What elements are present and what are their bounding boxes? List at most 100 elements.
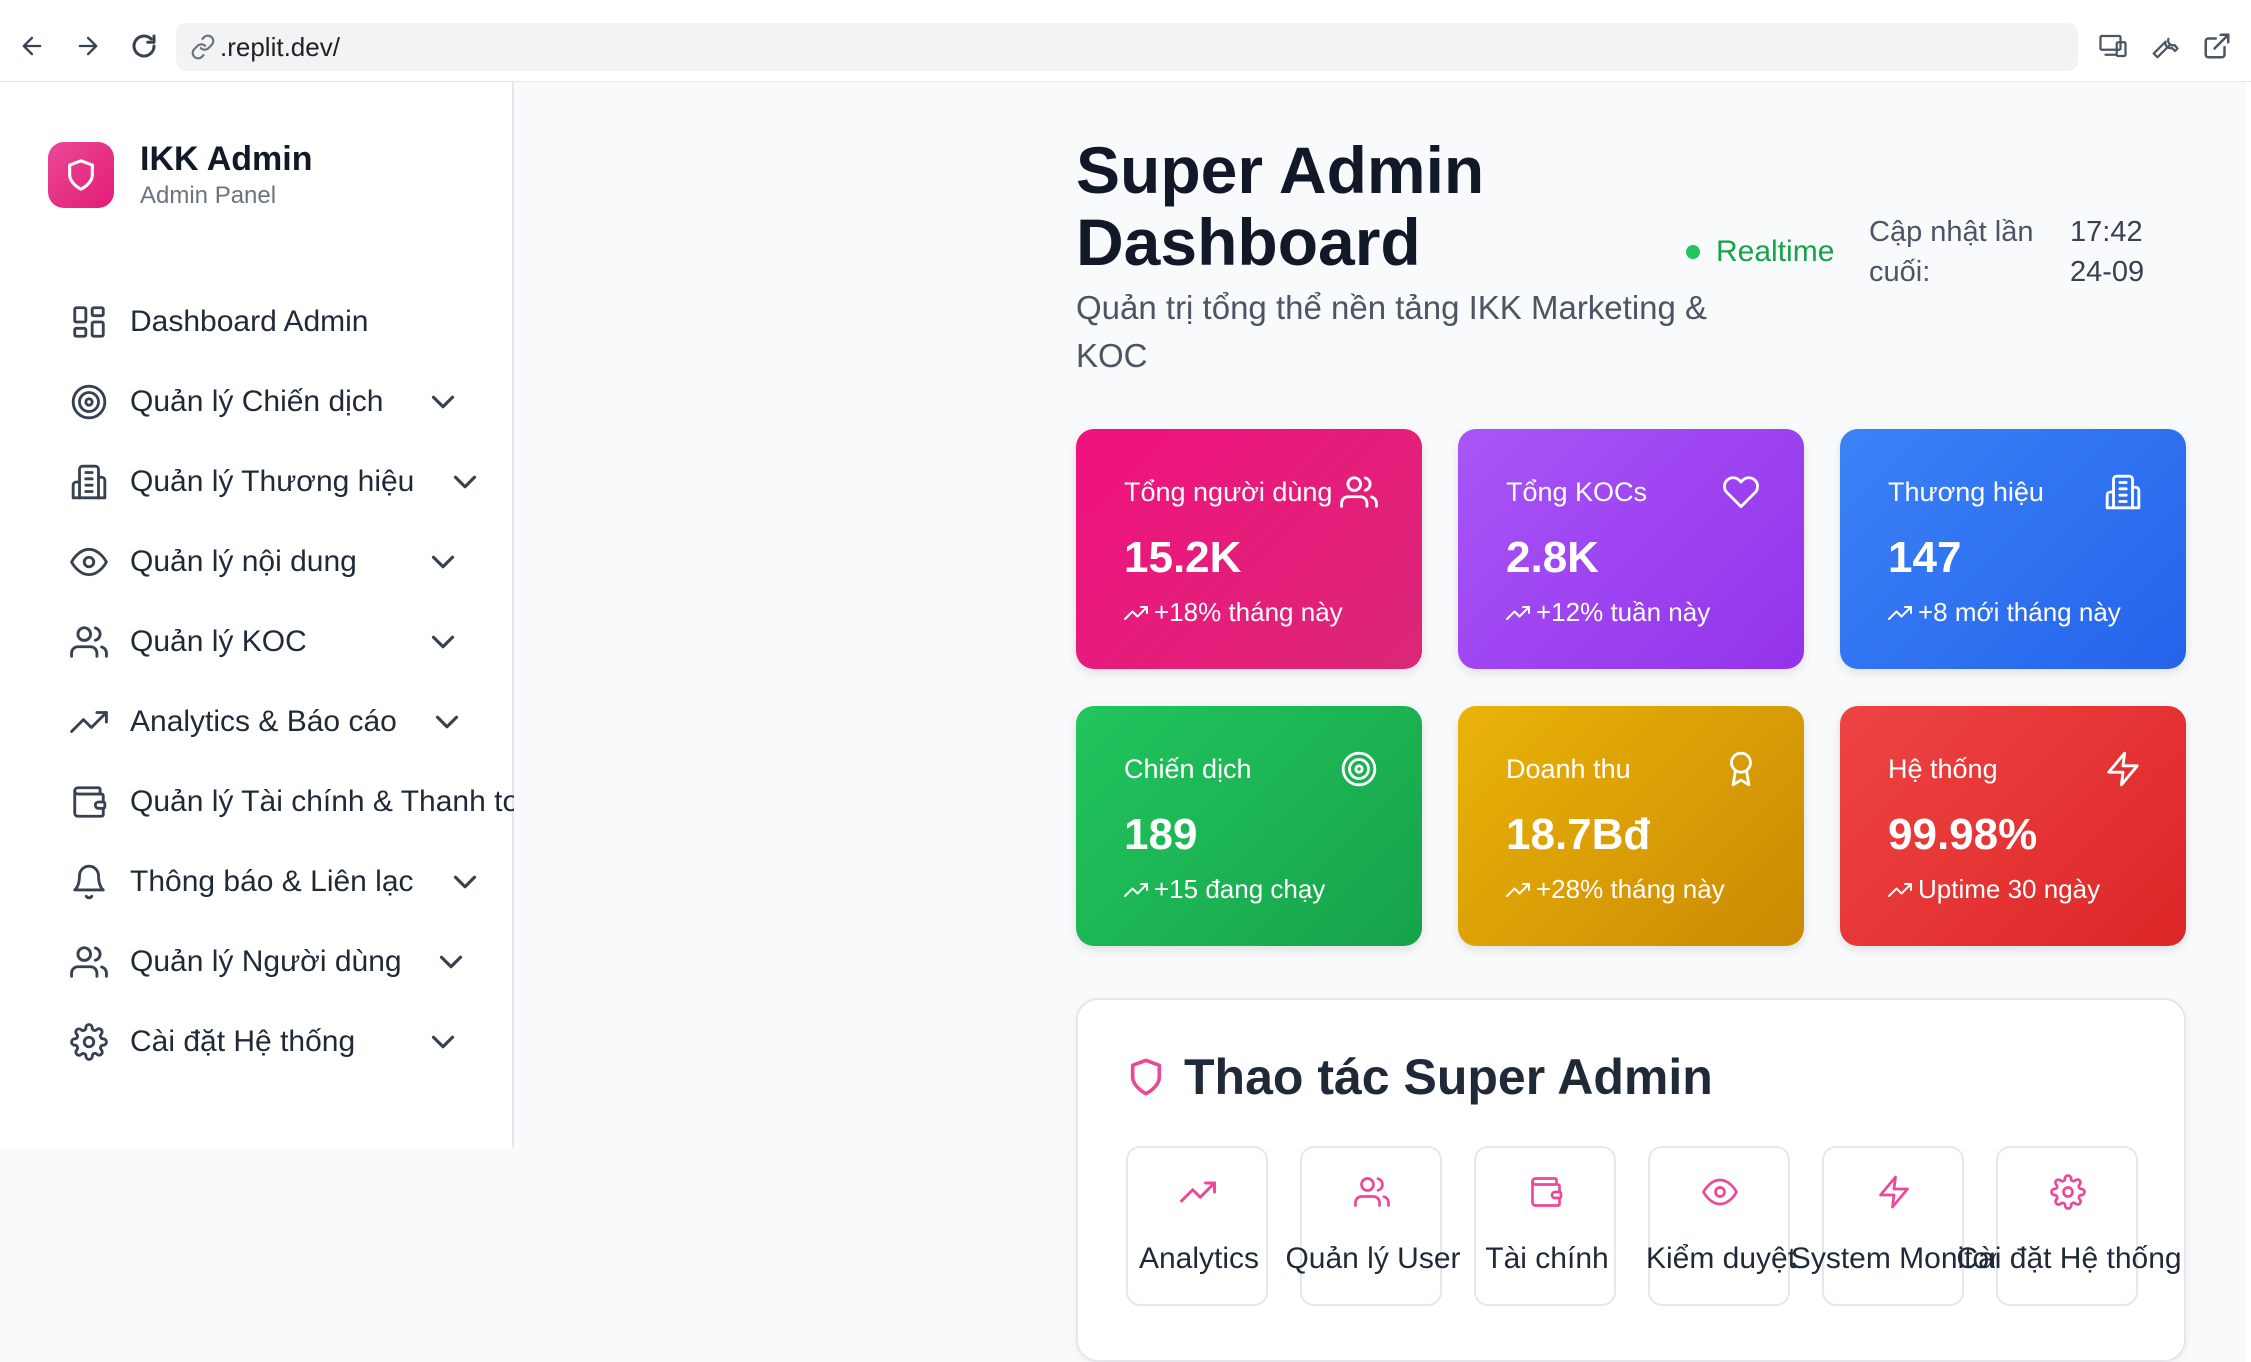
grid-icon (73, 306, 105, 338)
lightning-icon (1879, 1175, 1909, 1209)
wrench-icon (2152, 37, 2179, 59)
sidebar-item-analytics[interactable]: Analytics & Báo cáo (70, 682, 514, 762)
url-text: .replit.dev/ (220, 31, 340, 62)
brand-title: IKK Admin (140, 140, 313, 178)
open-external-button[interactable] (2197, 26, 2237, 66)
building-icon (71, 464, 107, 500)
sidebar-item-campaigns[interactable]: Quản lý Chiến dịch (70, 362, 514, 442)
external-link-icon (2204, 33, 2230, 59)
gear-icon (70, 1023, 108, 1061)
window-edge (2246, 82, 2251, 1362)
sidebar-item-label: Analytics & Báo cáo (130, 705, 397, 738)
sidebar-item-notifications[interactable]: Thông báo & Liên lạc (70, 842, 514, 922)
link-icon (191, 34, 215, 60)
super-admin-actions: Thao tác Super Admin Analytics Quản lý U… (1076, 998, 2186, 1362)
action-label: Quản lý User (1285, 1242, 1461, 1275)
stat-card-system[interactable]: Hệ thống 99.98% Uptime 30 ngày (1840, 706, 2186, 946)
award-icon (1730, 751, 1752, 787)
trending-up-icon (1180, 1181, 1216, 1203)
chevron-down-icon[interactable] (446, 863, 484, 901)
trending-up-icon (1124, 605, 1148, 620)
sidebar-item-content[interactable]: Quản lý nội dung (70, 522, 514, 602)
action-label: Analytics (1138, 1242, 1260, 1275)
sidebar-item-label: Quản lý Chiến dịch (130, 385, 384, 418)
stat-value: 99.98% (1888, 810, 2038, 859)
chevron-down-icon[interactable] (424, 1023, 462, 1061)
chevron-down-icon[interactable] (446, 463, 484, 501)
arrow-right-icon (78, 36, 98, 56)
trending-up-icon (1124, 882, 1148, 897)
stat-trend: Uptime 30 ngày (1888, 874, 2100, 905)
stat-card-brands[interactable]: Thương hiệu 147 +8 mới tháng này (1840, 429, 2186, 669)
devices-icon (2099, 34, 2127, 58)
stat-label: Tổng người dùng (1124, 477, 1333, 507)
last-update-label: Cập nhật lần cuối: (1869, 216, 2034, 288)
page-content: IKK Admin Admin Panel Dashboard Admin Qu… (0, 82, 2251, 1362)
bell-icon (73, 864, 105, 900)
stat-card-kocs[interactable]: Tổng KOCs 2.8K +12% tuần này (1458, 429, 1804, 669)
sidebar-item-label: Quản lý KOC (130, 625, 307, 658)
trending-up-icon (1888, 882, 1912, 897)
action-finance-button[interactable]: Tài chính (1474, 1146, 1616, 1306)
sidebar-item-finance[interactable]: Quản lý Tài chính & Thanh toán (70, 762, 514, 842)
shield-icon (68, 159, 94, 191)
stat-label: Chiến dịch (1124, 754, 1252, 784)
trending-up-icon (1506, 882, 1530, 897)
wallet-icon (1531, 1177, 1563, 1207)
target-icon (71, 384, 107, 420)
stat-trend-text: +18% tháng này (1154, 597, 1343, 627)
lightning-icon (2107, 751, 2139, 787)
brand[interactable]: IKK Admin Admin Panel (48, 138, 313, 212)
stat-card-campaigns[interactable]: Chiến dịch 189 +15 đang chạy (1076, 706, 1422, 946)
sidebar-item-settings[interactable]: Cài đặt Hệ thống (70, 1002, 514, 1082)
address-bar[interactable]: .replit.dev/ (176, 23, 2078, 71)
chevron-down-icon[interactable] (424, 623, 462, 661)
brand-subtitle: Admin Panel (140, 182, 277, 209)
devtools-button[interactable] (2145, 26, 2185, 66)
stat-label: Thương hiệu (1888, 477, 2044, 507)
users-icon (1340, 476, 1378, 508)
action-analytics-button[interactable]: Analytics (1126, 1146, 1268, 1306)
chevron-down-icon[interactable] (424, 543, 462, 581)
stat-value: 2.8K (1506, 533, 1599, 582)
stat-trend-text: +28% tháng này (1536, 874, 1725, 904)
action-settings-button[interactable]: Cài đặt Hệ thống (1956, 1146, 2182, 1306)
chevron-down-icon[interactable] (424, 383, 462, 421)
action-system-monitor-button[interactable]: System Monitor (1791, 1146, 1999, 1306)
status-dot (1686, 245, 1700, 259)
page-title: Super Admin Dashboard (1076, 133, 1485, 279)
stat-card-users[interactable]: Tổng người dùng 15.2K +18% tháng này (1076, 429, 1422, 669)
action-moderation-button[interactable]: Kiểm duyệt (1646, 1146, 1796, 1306)
building-icon (2105, 474, 2141, 510)
stat-value: 18.7Bđ (1506, 810, 1651, 859)
action-users-button[interactable]: Quản lý User (1285, 1146, 1461, 1306)
stat-label: Hệ thống (1888, 754, 1998, 784)
sidebar-item-label: Quản lý Người dùng (130, 945, 402, 978)
sidebar-item-koc[interactable]: Quản lý KOC (70, 602, 514, 682)
stat-label: Doanh thu (1506, 754, 1631, 784)
target-icon (1341, 751, 1377, 787)
chevron-down-icon[interactable] (432, 943, 470, 981)
sidebar-item-dashboard-admin[interactable]: Dashboard Admin (70, 282, 514, 362)
sidebar-item-users[interactable]: Quản lý Người dùng (70, 922, 514, 1002)
sidebar-item-brands[interactable]: Quản lý Thương hiệu (70, 442, 514, 522)
sidebar-item-label: Quản lý Thương hiệu (130, 465, 415, 498)
stat-card-revenue[interactable]: Doanh thu 18.7Bđ +28% tháng này (1458, 706, 1804, 946)
heart-icon (1723, 476, 1759, 509)
eye-icon (1702, 1178, 1738, 1206)
trending-up-icon (1888, 605, 1912, 620)
actions-header: Thao tác Super Admin (1126, 1048, 1713, 1106)
stat-trend-text: +15 đang chạy (1154, 874, 1326, 904)
chevron-down-icon[interactable] (428, 703, 466, 741)
forward-button[interactable] (66, 24, 110, 68)
page-subtitle: Quản trị tổng thể nền tảng IKK Marketing… (1076, 289, 1708, 374)
reload-button[interactable] (122, 24, 166, 68)
devices-button[interactable] (2093, 26, 2133, 66)
stat-value: 189 (1124, 810, 1198, 859)
trending-up-icon (70, 711, 108, 733)
stat-trend-text: +12% tuần này (1536, 597, 1711, 627)
action-label: Tài chính (1485, 1242, 1609, 1275)
shield-logo (48, 142, 114, 208)
sidebar-item-label: Quản lý Tài chính & Thanh toán (130, 785, 514, 818)
back-button[interactable] (10, 24, 54, 68)
